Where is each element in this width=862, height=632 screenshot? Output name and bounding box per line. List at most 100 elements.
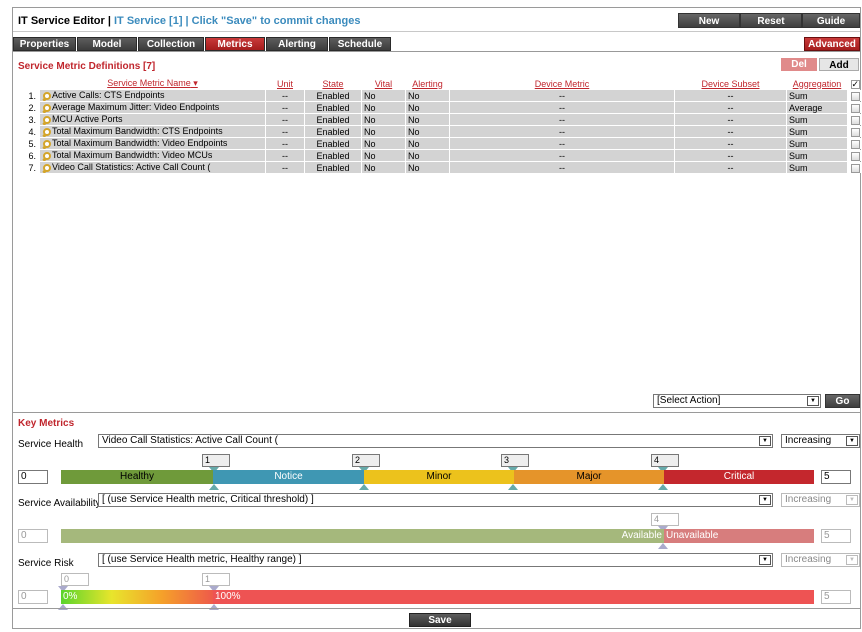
- service-health-direction-select[interactable]: Increasing ▼: [781, 434, 860, 448]
- risk-max-field[interactable]: 5: [821, 590, 851, 604]
- col-header-aggregation[interactable]: Aggregation: [787, 78, 847, 89]
- device-metric-cell: --: [450, 162, 674, 173]
- aggregation-cell: Sum: [787, 126, 847, 137]
- table-row[interactable]: 7. Video Call Statistics: Active Call Cou…: [23, 162, 862, 173]
- risk-marker-high[interactable]: 1: [202, 573, 230, 586]
- health-threshold-2[interactable]: 2: [352, 454, 380, 467]
- definitions-title: Service Metric Definitions [7]: [18, 61, 156, 72]
- aggregation-cell: Sum: [787, 90, 847, 101]
- tab-metrics[interactable]: Metrics: [205, 37, 265, 51]
- table-row[interactable]: 4. Total Maximum Bandwidth: CTS Endpoints…: [23, 126, 862, 137]
- advanced-button[interactable]: Advanced: [804, 37, 860, 51]
- select-all-checkbox[interactable]: ✓: [848, 78, 862, 89]
- table-row[interactable]: 5. Total Maximum Bandwidth: Video Endpoin…: [23, 138, 862, 149]
- metric-name[interactable]: Total Maximum Bandwidth: Video Endpoints: [52, 138, 227, 148]
- availability-threshold[interactable]: 4: [651, 513, 679, 526]
- availability-min-field[interactable]: 0: [18, 529, 48, 543]
- wrench-icon[interactable]: [42, 103, 51, 113]
- vital-cell: No: [362, 162, 405, 173]
- col-header-device-metric[interactable]: Device Metric: [450, 78, 674, 89]
- health-max-field[interactable]: 5: [821, 470, 851, 484]
- table-row[interactable]: 6. Total Maximum Bandwidth: Video MCUs -- E…: [23, 150, 862, 161]
- wrench-icon[interactable]: [42, 139, 51, 149]
- service-risk-direction-select[interactable]: Increasing ▼: [781, 553, 860, 567]
- col-header-vital[interactable]: Vital: [362, 78, 405, 89]
- row-checkbox[interactable]: [850, 91, 860, 101]
- tab-alerting[interactable]: Alerting: [266, 37, 328, 51]
- select-action-dropdown[interactable]: [Select Action] ▼: [653, 394, 821, 408]
- add-button[interactable]: Add: [819, 58, 859, 71]
- metric-name[interactable]: Average Maximum Jitter: Video Endpoints: [52, 102, 219, 112]
- tab-model[interactable]: Model: [77, 37, 137, 51]
- table-row[interactable]: 3. MCU Active Ports -- Enabled No No -- -- Sum: [23, 114, 862, 125]
- del-button[interactable]: Del: [781, 58, 817, 71]
- metric-name[interactable]: Video Call Statistics: Active Call Count…: [52, 162, 210, 172]
- go-button[interactable]: Go: [825, 394, 860, 408]
- metric-name[interactable]: Total Maximum Bandwidth: CTS Endpoints: [52, 126, 223, 136]
- tab-schedule[interactable]: Schedule: [329, 37, 391, 51]
- metric-name[interactable]: Active Calls: CTS Endpoints: [52, 90, 165, 100]
- device-subset-cell: --: [675, 162, 786, 173]
- risk-min-field[interactable]: 0: [18, 590, 48, 604]
- row-checkbox[interactable]: [850, 163, 860, 173]
- state-cell: Enabled: [305, 138, 361, 149]
- row-checkbox-cell: [848, 162, 862, 173]
- tab-properties[interactable]: Properties: [13, 37, 76, 51]
- device-metric-cell: --: [450, 114, 674, 125]
- tab-collection[interactable]: Collection: [138, 37, 204, 51]
- guide-button[interactable]: Guide: [802, 13, 860, 28]
- health-threshold-4[interactable]: 4: [651, 454, 679, 467]
- row-checkbox[interactable]: [850, 103, 860, 113]
- service-risk-metric-select[interactable]: [ (use Service Health metric, Healthy ra…: [98, 553, 773, 567]
- health-threshold-3[interactable]: 3: [501, 454, 529, 467]
- col-header-state[interactable]: State: [305, 78, 361, 89]
- service-availability-metric-select[interactable]: [ (use Service Health metric, Critical t…: [98, 493, 773, 507]
- alerting-cell: No: [406, 138, 449, 149]
- risk-marker-low[interactable]: 0: [61, 573, 89, 586]
- row-index: 3.: [23, 114, 39, 125]
- row-checkbox[interactable]: [850, 115, 860, 125]
- health-min-field[interactable]: 0: [18, 470, 48, 484]
- row-checkbox[interactable]: [850, 151, 860, 161]
- row-checkbox[interactable]: [850, 127, 860, 137]
- health-band-notice: Notice: [213, 470, 364, 484]
- save-button[interactable]: Save: [409, 613, 471, 627]
- col-header-unit[interactable]: Unit: [266, 78, 304, 89]
- wrench-icon[interactable]: [42, 127, 51, 137]
- threshold-handle-icon[interactable]: [508, 484, 518, 490]
- unit-cell: --: [266, 126, 304, 137]
- reset-button[interactable]: Reset: [740, 13, 802, 28]
- table-row[interactable]: 2. Average Maximum Jitter: Video Endpoint…: [23, 102, 862, 113]
- device-metric-cell: --: [450, 150, 674, 161]
- wrench-icon[interactable]: [42, 151, 51, 161]
- title-main: IT Service Editor |: [18, 15, 114, 27]
- threshold-handle-icon[interactable]: [658, 543, 668, 549]
- wrench-icon[interactable]: [42, 115, 51, 125]
- row-checkbox[interactable]: [850, 139, 860, 149]
- health-threshold-1[interactable]: 1: [202, 454, 230, 467]
- threshold-handle-icon[interactable]: [658, 484, 668, 490]
- chevron-down-icon: ▼: [846, 495, 858, 505]
- col-header-alerting[interactable]: Alerting: [406, 78, 449, 89]
- row-index: 2.: [23, 102, 39, 113]
- tab-bar: Properties Model Collection Metrics Aler…: [13, 37, 860, 52]
- service-health-metric-select[interactable]: Video Call Statistics: Active Call Count…: [98, 434, 773, 448]
- new-button[interactable]: New: [678, 13, 740, 28]
- wrench-icon[interactable]: [42, 163, 51, 173]
- col-header-device-subset[interactable]: Device Subset: [675, 78, 786, 89]
- metric-name[interactable]: MCU Active Ports: [52, 114, 123, 124]
- metric-name[interactable]: Total Maximum Bandwidth: Video MCUs: [52, 150, 212, 160]
- risk-gradient-band: 0%: [61, 590, 213, 604]
- risk-full-band: 100%: [213, 590, 814, 604]
- availability-max-field[interactable]: 5: [821, 529, 851, 543]
- row-checkbox-cell: [848, 90, 862, 101]
- alerting-cell: No: [406, 102, 449, 113]
- availability-band-unavailable: Unavailable: [664, 529, 814, 543]
- threshold-handle-icon[interactable]: [209, 484, 219, 490]
- wrench-icon[interactable]: [42, 91, 51, 101]
- col-header-name[interactable]: Service Metric Name ▾: [40, 78, 265, 89]
- threshold-handle-icon[interactable]: [359, 484, 369, 490]
- table-row[interactable]: 1. Active Calls: CTS Endpoints -- Enabled No…: [23, 90, 862, 101]
- title-bar: IT Service Editor | IT Service [1] | Cli…: [13, 8, 860, 32]
- service-availability-direction-select[interactable]: Increasing ▼: [781, 493, 860, 507]
